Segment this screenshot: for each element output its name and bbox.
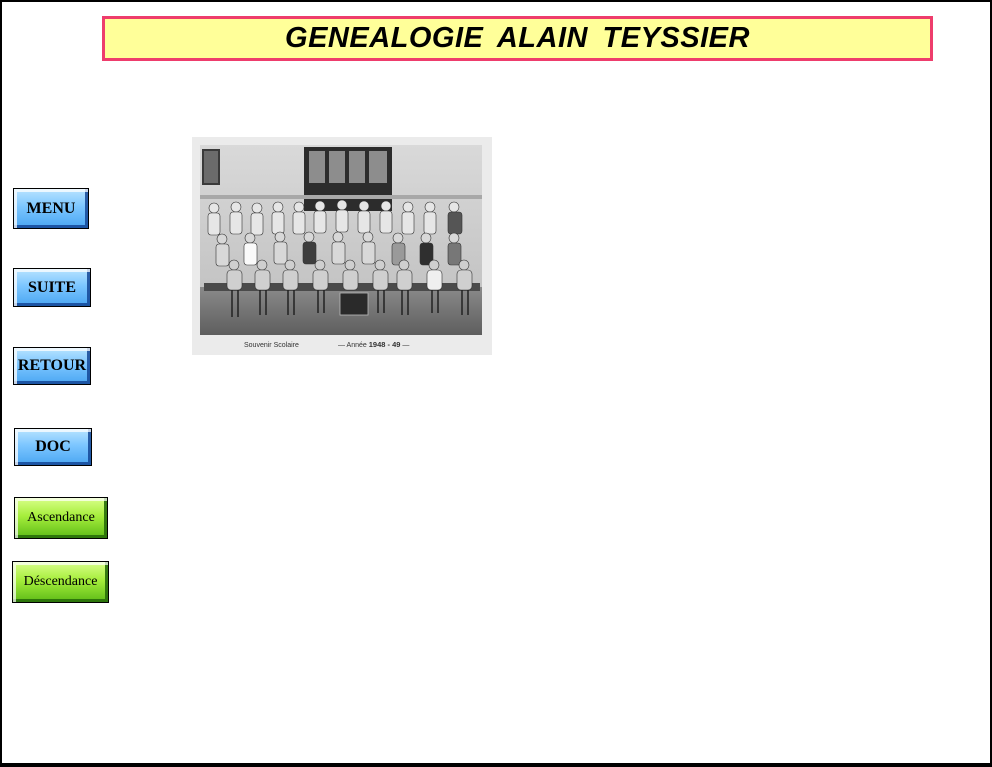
doc-button[interactable]: DOC: [14, 428, 92, 466]
menu-button[interactable]: MENU: [13, 188, 89, 229]
page-title: GENEALOGIE ALAIN TEYSSIER: [285, 22, 750, 54]
retour-button[interactable]: RETOUR: [13, 347, 91, 385]
suite-button[interactable]: SUITE: [13, 268, 91, 307]
ascendance-button[interactable]: Ascendance: [14, 497, 108, 539]
photo-caption-left: Souvenir Scolaire: [244, 342, 299, 349]
class-photo: Souvenir Scolaire — Année 1948 - 49 —: [192, 137, 492, 355]
descendance-button[interactable]: Déscendance: [12, 561, 109, 603]
page-frame: [0, 0, 992, 767]
photo-caption-right: — Année 1948 - 49 —: [338, 340, 409, 349]
title-banner: GENEALOGIE ALAIN TEYSSIER: [102, 16, 933, 61]
